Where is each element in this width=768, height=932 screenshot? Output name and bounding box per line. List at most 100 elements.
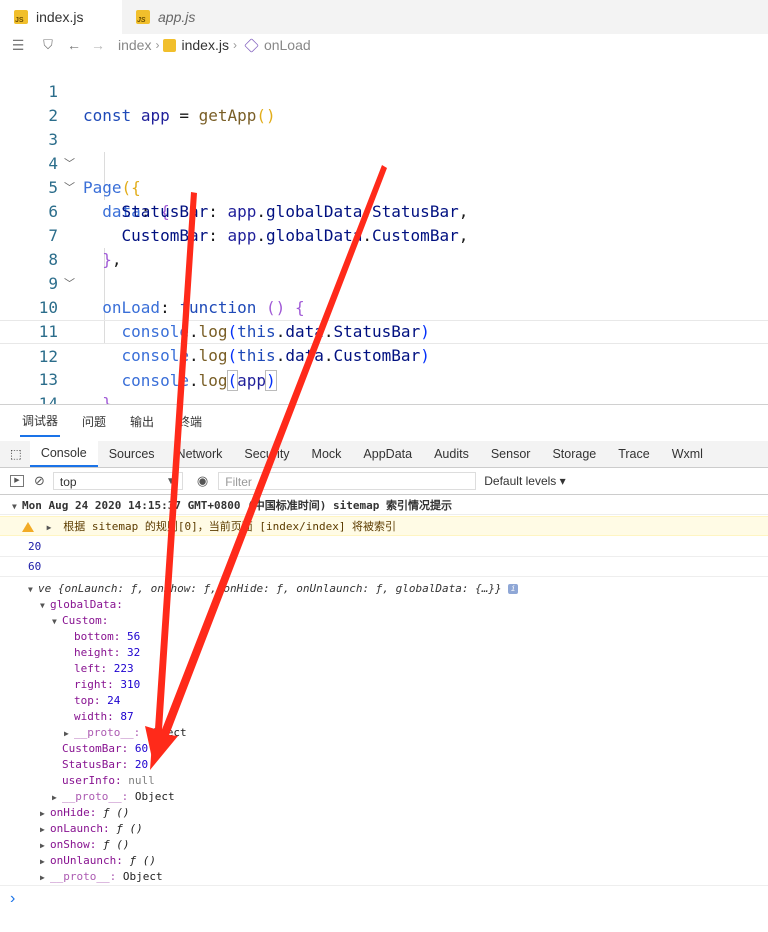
expand-down-icon: ▼ (28, 585, 33, 594)
inspect-element-icon[interactable]: ⬚ (0, 441, 30, 467)
tab-wxml[interactable]: Wxml (661, 441, 714, 467)
bottom-panel-tabs: 调试器 问题 输出 终端 (0, 405, 768, 437)
code-line: 15 (0, 392, 768, 404)
forward-arrow-icon[interactable]: → (90, 37, 106, 53)
tab-trace[interactable]: Trace (607, 441, 661, 467)
console-output: ▼ Mon Aug 24 2020 14:15:37 GMT+0800 (中国标准… (0, 495, 768, 932)
code-line: 11 console.log(this.data.CustomBar) (0, 296, 768, 365)
eye-icon[interactable]: ◉ (197, 473, 208, 489)
context-select[interactable]: top ▼ (52, 472, 183, 490)
tree-leaf: left: 223 (74, 662, 134, 675)
warning-icon (22, 522, 34, 532)
breadcrumb-file[interactable]: index.js (181, 37, 228, 53)
breadcrumb-folder[interactable]: index (118, 37, 151, 53)
code-line: 5 StatusBar: app.globalData.StatusBar, (0, 152, 768, 221)
tree-leaf: right: 310 (74, 678, 141, 691)
tree-node[interactable]: ▶ onHide: ƒ () (0, 805, 768, 821)
tab-appdata[interactable]: AppData (352, 441, 423, 467)
code-line-current: 12 console.log(app) (0, 320, 768, 391)
expand-down-icon: ▼ (52, 617, 57, 626)
tree-leaf: bottom: 56 (74, 630, 141, 643)
code-editor[interactable]: 1 const app = getApp() 2 3 ﹀ Page({ 4 ﹀ … (0, 56, 768, 404)
tab-output[interactable]: 输出 (128, 407, 156, 436)
expand-down-icon: ▼ (12, 502, 17, 511)
chevron-right-icon: › (155, 38, 160, 52)
code-line: 2 (0, 80, 768, 125)
log-group-header[interactable]: ▼ Mon Aug 24 2020 14:15:37 GMT+0800 (中国标准… (0, 497, 768, 515)
tab-app-js[interactable]: app.js (128, 0, 248, 34)
code-line: 7 }, (0, 200, 768, 269)
console-toolbar: ▶ ⊘ top ▼ ◉ Filter Default levels ▾ (0, 468, 768, 495)
expand-right-icon: ▶ (40, 857, 45, 866)
dropdown-arrow-icon: ▼ (166, 476, 176, 487)
code-line: 1 const app = getApp() (0, 56, 768, 125)
tree-key: globalData: (50, 598, 123, 611)
js-file-icon (14, 10, 28, 24)
warning-text: 根据 sitemap 的规则[0]，当前页面 [index/index] 将被索… (63, 520, 397, 533)
info-badge-icon: i (508, 584, 519, 594)
sidebar-toggle-icon[interactable]: ▶ (10, 475, 24, 487)
tree-node[interactable]: ▼ Custom: (0, 613, 768, 629)
tree-leaf: top: 24 (74, 694, 121, 707)
tab-problems[interactable]: 问题 (80, 407, 108, 436)
tree-node[interactable]: ▶ onShow: ƒ () (0, 837, 768, 853)
console-prompt[interactable]: › (0, 889, 768, 909)
tab-security[interactable]: Security (233, 441, 300, 467)
breadcrumb-method[interactable]: onLoad (264, 37, 311, 53)
breadcrumb: ☰ ⛉ ← → index › index.js › onLoad (0, 34, 768, 56)
expand-right-icon: ▶ (64, 729, 69, 738)
tab-label: index.js (36, 9, 84, 25)
context-value: top (59, 475, 77, 489)
tab-network[interactable]: Network (166, 441, 234, 467)
tree-node[interactable]: ▼ globalData: (0, 597, 768, 613)
tree-leaf: width: 87 (74, 710, 134, 723)
tab-sources[interactable]: Sources (98, 441, 166, 467)
tree-node[interactable]: ▶ __proto__: Object (0, 789, 768, 805)
tab-console[interactable]: Console (29, 441, 98, 467)
expand-right-icon: ▶ (40, 873, 45, 882)
clear-console-icon[interactable]: ⊘ (34, 473, 45, 489)
back-arrow-icon[interactable]: ← (66, 37, 82, 53)
js-file-icon (163, 38, 177, 52)
tree-node[interactable]: ▶ __proto__: Object (0, 869, 768, 886)
expand-right-icon: ▶ (46, 523, 52, 532)
code-line: 4 ﹀ data: { (0, 128, 768, 221)
code-line: 6 CustomBar: app.globalData.CustomBar, (0, 176, 768, 245)
tree-leaf: CustomBar: 60 (62, 742, 149, 755)
tree-leaf: height: 32 (74, 646, 141, 659)
tab-label: app.js (158, 9, 196, 25)
object-summary-row[interactable]: ▼ ve {onLaunch: ƒ, onShow: ƒ, onHide: ƒ, … (0, 581, 768, 597)
bookmark-icon[interactable]: ⛉ (40, 37, 56, 53)
levels-dropdown[interactable]: Default levels ▾ (484, 474, 565, 488)
chevron-right-icon: › (232, 38, 237, 52)
code-line: 9 (0, 248, 768, 293)
list-icon[interactable]: ☰ (10, 37, 26, 53)
filter-input[interactable]: Filter (218, 472, 477, 490)
warning-row[interactable]: ▶ 根据 sitemap 的规则[0]，当前页面 [index/index] 将… (0, 516, 768, 536)
tree-key: Custom: (62, 614, 109, 627)
tree-leaf: userInfo: null (62, 774, 155, 787)
devtools-panel: 调试器 问题 输出 终端 ⬚ Console Sources Network S… (0, 404, 768, 932)
tree-node[interactable]: ▶ __proto__: Object (0, 725, 768, 741)
tab-index-js[interactable]: index.js (0, 0, 122, 34)
tab-sensor[interactable]: Sensor (480, 441, 542, 467)
expand-right-icon: ▶ (52, 793, 57, 802)
editor-tab-bar: index.js app.js (0, 0, 768, 34)
code-line: 8 ﹀ onLoad: function () { (0, 224, 768, 317)
expand-right-icon: ▶ (40, 809, 45, 818)
log-row: 20 (0, 537, 768, 557)
expand-right-icon: ▶ (40, 825, 45, 834)
tab-mock[interactable]: Mock (301, 441, 353, 467)
code-line: 13 }, (0, 344, 768, 404)
tab-storage[interactable]: Storage (541, 441, 607, 467)
prompt-chevron-icon: › (10, 890, 16, 907)
tab-audits[interactable]: Audits (423, 441, 480, 467)
tab-terminal[interactable]: 终端 (176, 407, 204, 436)
tree-node[interactable]: ▶ onUnlaunch: ƒ () (0, 853, 768, 869)
tab-debugger[interactable]: 调试器 (20, 406, 61, 437)
tree-node[interactable]: ▶ onLaunch: ƒ () (0, 821, 768, 837)
log-row: 60 (0, 557, 768, 577)
js-file-icon (136, 10, 150, 24)
code-line: 10 console.log(this.data.StatusBar) (0, 272, 768, 341)
code-line: 14 }) (0, 368, 768, 404)
